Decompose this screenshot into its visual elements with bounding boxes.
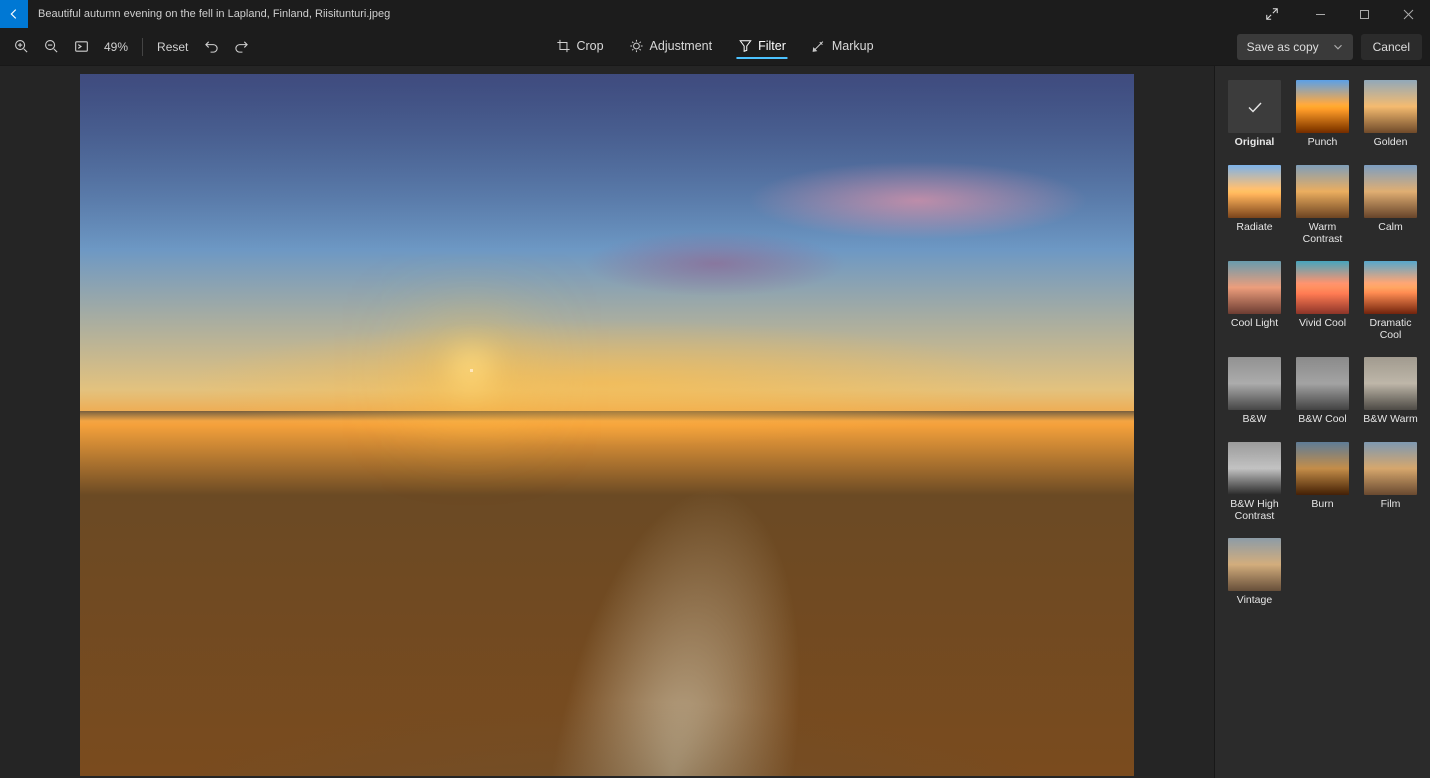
filter-item-vintage[interactable]: Vintage xyxy=(1227,538,1283,607)
filter-thumbnail xyxy=(1364,80,1417,133)
filter-thumbnail xyxy=(1296,261,1349,314)
filter-icon xyxy=(738,39,752,53)
filter-item-b-w-cool[interactable]: B&W Cool xyxy=(1295,357,1351,426)
canvas-area[interactable] xyxy=(0,66,1214,778)
redo-icon xyxy=(234,39,249,54)
crop-icon xyxy=(556,39,570,53)
filter-thumbnail xyxy=(1228,261,1281,314)
separator xyxy=(142,38,143,56)
filter-item-golden[interactable]: Golden xyxy=(1363,80,1419,149)
zoom-out-button[interactable] xyxy=(38,34,64,60)
arrow-left-icon xyxy=(7,7,21,21)
filter-label: Golden xyxy=(1374,137,1408,149)
mode-adjustment[interactable]: Adjustment xyxy=(628,35,715,59)
filter-item-cool-light[interactable]: Cool Light xyxy=(1227,261,1283,341)
filter-thumbnail xyxy=(1364,442,1417,495)
fullscreen-button[interactable] xyxy=(1250,0,1294,28)
filter-label: Dramatic Cool xyxy=(1363,318,1419,341)
reset-button[interactable]: Reset xyxy=(151,36,194,58)
filter-thumbnail xyxy=(1364,165,1417,218)
filter-label: Calm xyxy=(1378,222,1403,234)
workspace: Original Punch Golden Radiate Warm Contrast C… xyxy=(0,66,1430,778)
filter-label: Vivid Cool xyxy=(1299,318,1346,330)
zoom-out-icon xyxy=(44,39,59,54)
minimize-button[interactable] xyxy=(1298,0,1342,28)
filter-label: Radiate xyxy=(1236,222,1272,234)
filter-item-warm-contrast[interactable]: Warm Contrast xyxy=(1295,165,1351,245)
save-label: Save as copy xyxy=(1247,40,1319,54)
expand-icon xyxy=(1265,7,1279,21)
zoom-in-button[interactable] xyxy=(8,34,34,60)
filter-item-b-w[interactable]: B&W xyxy=(1227,357,1283,426)
undo-icon xyxy=(204,39,219,54)
filter-label: Cool Light xyxy=(1231,318,1278,330)
filter-thumbnail xyxy=(1228,538,1281,591)
back-button[interactable] xyxy=(0,0,28,28)
filter-label: Punch xyxy=(1308,137,1338,149)
filter-label: B&W Warm xyxy=(1363,414,1417,426)
filter-item-film[interactable]: Film xyxy=(1363,442,1419,522)
mode-markup[interactable]: Markup xyxy=(810,35,876,59)
redo-button[interactable] xyxy=(228,34,254,60)
filter-item-original[interactable]: Original xyxy=(1227,80,1283,149)
maximize-button[interactable] xyxy=(1342,0,1386,28)
minimize-icon xyxy=(1315,9,1326,20)
filter-label: B&W xyxy=(1243,414,1267,426)
undo-button[interactable] xyxy=(198,34,224,60)
filter-item-b-w-warm[interactable]: B&W Warm xyxy=(1363,357,1419,426)
filter-item-radiate[interactable]: Radiate xyxy=(1227,165,1283,245)
filter-label: Burn xyxy=(1311,499,1333,511)
filter-thumbnail xyxy=(1364,261,1417,314)
maximize-icon xyxy=(1359,9,1370,20)
file-title: Beautiful autumn evening on the fell in … xyxy=(28,8,1250,20)
adjustment-icon xyxy=(630,39,644,53)
markup-icon xyxy=(812,39,826,53)
filter-item-vivid-cool[interactable]: Vivid Cool xyxy=(1295,261,1351,341)
mode-label: Markup xyxy=(832,39,874,53)
filter-item-b-w-high-contrast[interactable]: B&W High Contrast xyxy=(1227,442,1283,522)
close-icon xyxy=(1403,9,1414,20)
close-button[interactable] xyxy=(1386,0,1430,28)
mode-label: Filter xyxy=(758,39,786,53)
filter-item-dramatic-cool[interactable]: Dramatic Cool xyxy=(1363,261,1419,341)
cancel-label: Cancel xyxy=(1373,40,1410,54)
mode-crop[interactable]: Crop xyxy=(554,35,605,59)
filter-item-punch[interactable]: Punch xyxy=(1295,80,1351,149)
filter-thumbnail xyxy=(1228,165,1281,218)
filter-label: Film xyxy=(1381,499,1401,511)
filter-thumbnail xyxy=(1364,357,1417,410)
mode-label: Adjustment xyxy=(650,39,713,53)
mode-label: Crop xyxy=(576,39,603,53)
filter-label: B&W Cool xyxy=(1298,414,1346,426)
zoom-level-label[interactable]: 49% xyxy=(98,40,134,54)
save-as-copy-button[interactable]: Save as copy xyxy=(1237,34,1353,60)
filter-panel: Original Punch Golden Radiate Warm Contrast C… xyxy=(1214,66,1430,778)
filter-item-burn[interactable]: Burn xyxy=(1295,442,1351,522)
filter-thumbnail xyxy=(1296,357,1349,410)
filter-thumbnail xyxy=(1296,80,1349,133)
zoom-in-icon xyxy=(14,39,29,54)
filter-label: B&W High Contrast xyxy=(1227,499,1283,522)
image-preview[interactable] xyxy=(80,74,1134,776)
fit-icon xyxy=(74,39,89,54)
filter-thumbnail xyxy=(1228,80,1281,133)
filter-thumbnail xyxy=(1296,165,1349,218)
toolbar: 49% Reset Crop Adjustment Filter Markup xyxy=(0,28,1430,66)
filter-thumbnail xyxy=(1228,442,1281,495)
filter-item-calm[interactable]: Calm xyxy=(1363,165,1419,245)
cancel-button[interactable]: Cancel xyxy=(1361,34,1422,60)
filter-thumbnail xyxy=(1228,357,1281,410)
title-bar: Beautiful autumn evening on the fell in … xyxy=(0,0,1430,28)
zoom-fit-button[interactable] xyxy=(68,34,94,60)
filter-thumbnail xyxy=(1296,442,1349,495)
filter-label: Original xyxy=(1235,137,1275,149)
chevron-down-icon xyxy=(1333,42,1343,52)
filter-label: Warm Contrast xyxy=(1295,222,1351,245)
filter-label: Vintage xyxy=(1237,595,1272,607)
checkmark-icon xyxy=(1245,97,1265,117)
mode-filter[interactable]: Filter xyxy=(736,35,788,59)
